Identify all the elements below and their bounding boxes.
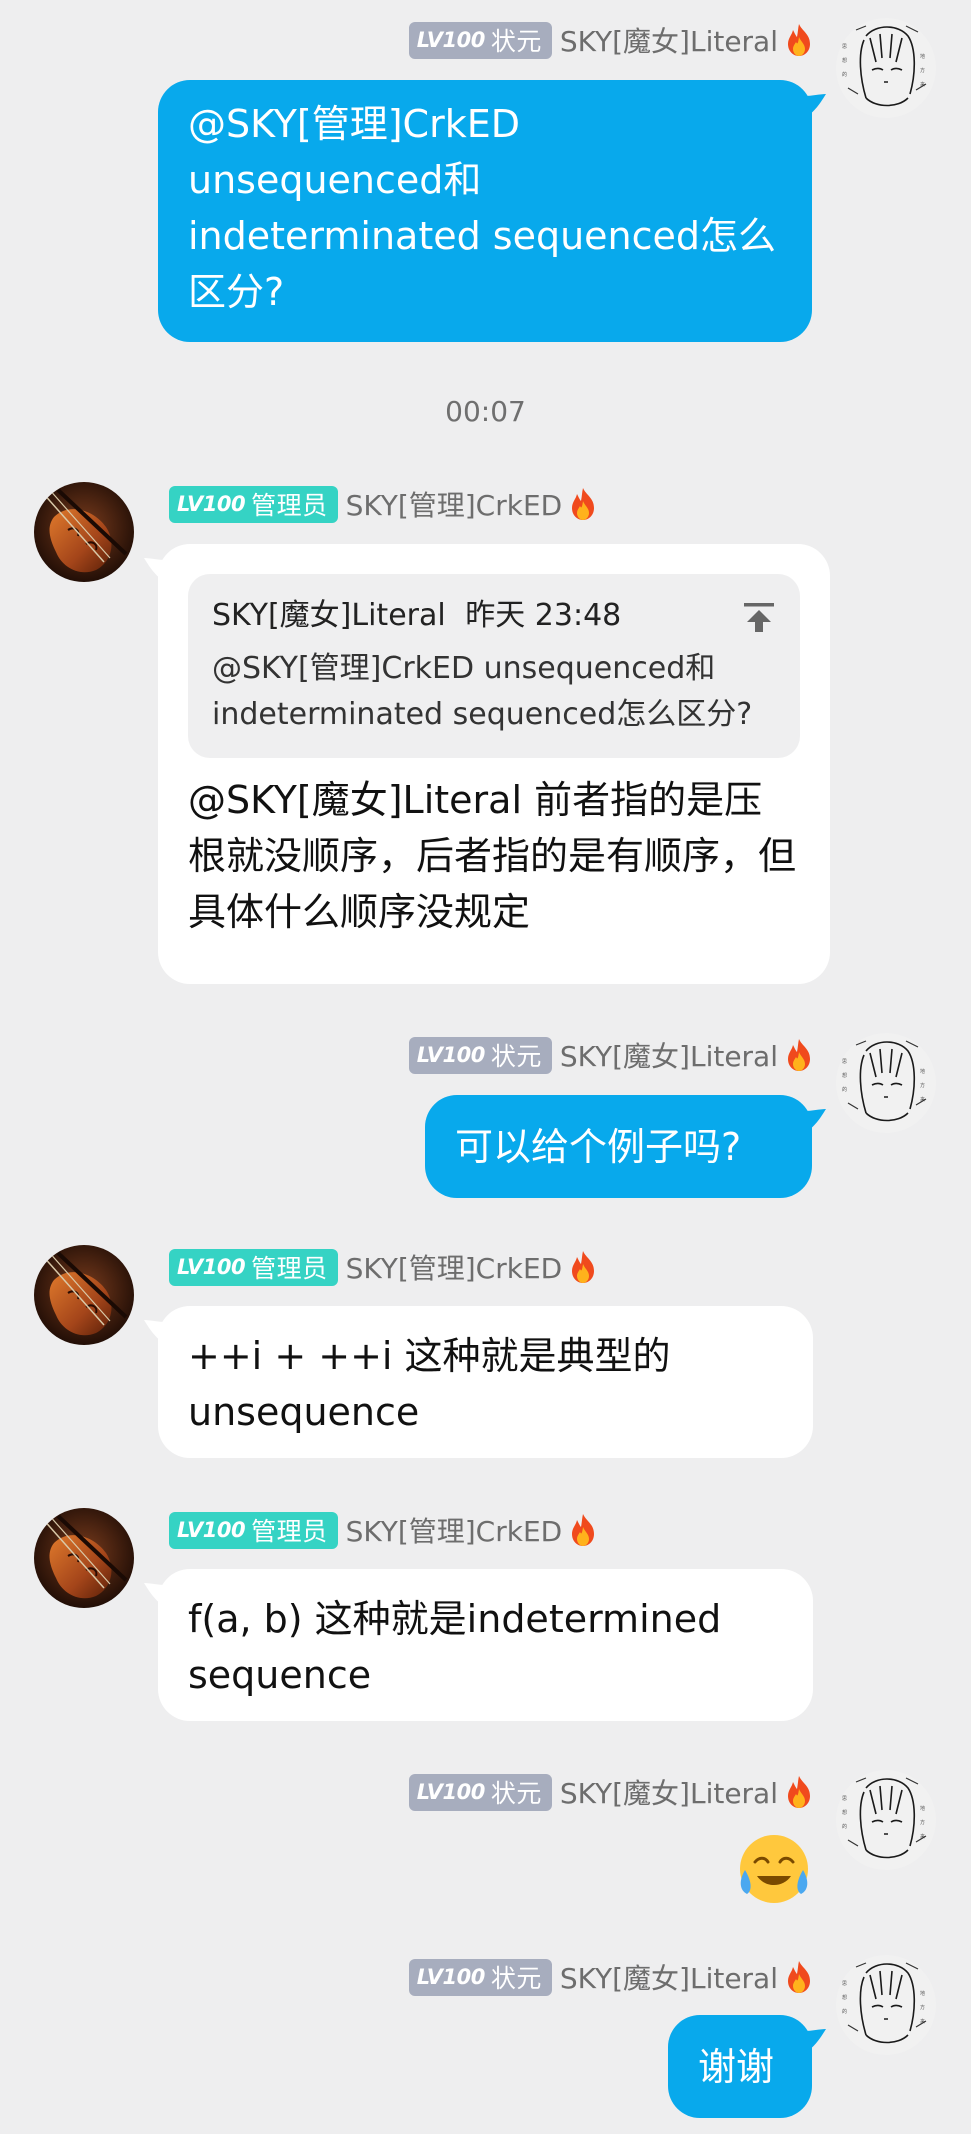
flame-icon bbox=[568, 1513, 598, 1547]
violin-avatar-icon bbox=[34, 1508, 134, 1608]
crked-avatar[interactable] bbox=[34, 1245, 134, 1345]
violin-avatar-icon bbox=[34, 482, 134, 582]
violin-avatar-icon bbox=[34, 1245, 134, 1345]
bubble-tail bbox=[804, 1109, 826, 1131]
message-text: ++i + ++i 这种就是典型的unsequence bbox=[188, 1334, 671, 1434]
message-text: @SKY[魔女]Literal 前者指的是压根就没顺序，后者指的是有顺序，但具体… bbox=[188, 778, 797, 934]
quote-text: @SKY[管理]CrkED unsequenced和indeterminated… bbox=[212, 651, 753, 732]
sender-nickname[interactable]: SKY[魔女]Literal bbox=[560, 1957, 778, 1997]
literal-avatar[interactable] bbox=[836, 1033, 936, 1133]
flame-icon bbox=[784, 23, 814, 57]
level-badge: LV100 管理员 bbox=[169, 1248, 338, 1286]
message-text: f(a, b) 这种就是indetermined sequence bbox=[188, 1597, 722, 1697]
sender-line: LV100 状元 SKY[魔女]Literal bbox=[408, 1035, 814, 1075]
bubble-tail bbox=[804, 2029, 826, 2051]
sender-line: LV100 状元 SKY[魔女]Literal bbox=[408, 1957, 814, 1997]
flame-icon bbox=[784, 1038, 814, 1072]
message-text: @SKY[管理]CrkED unsequenced和 indeterminate… bbox=[188, 102, 777, 314]
sender-nickname[interactable]: SKY[管理]CrkED bbox=[346, 1510, 563, 1550]
sender-nickname[interactable]: SKY[魔女]Literal bbox=[560, 1035, 778, 1075]
anime-girl-avatar-icon bbox=[836, 1955, 936, 2055]
sender-line: LV100 状元 SKY[魔女]Literal bbox=[408, 1772, 814, 1812]
flame-icon bbox=[784, 1960, 814, 1994]
flame-icon bbox=[568, 1250, 598, 1284]
literal-avatar[interactable] bbox=[836, 18, 936, 118]
outgoing-message-bubble[interactable]: @SKY[管理]CrkED unsequenced和 indeterminate… bbox=[158, 80, 812, 342]
sender-line: LV100 状元 SKY[魔女]Literal bbox=[408, 20, 814, 60]
bubble-tail bbox=[144, 558, 166, 580]
level-badge: LV100 管理员 bbox=[169, 485, 338, 523]
quoted-message[interactable]: SKY[魔女]Literal 昨天 23:48 @SKY[管理]CrkED un… bbox=[188, 574, 800, 758]
smiling-face-with-tears-sticker[interactable] bbox=[735, 1830, 813, 1908]
level-badge: LV100 状元 bbox=[408, 1958, 552, 1996]
level-badge: LV100 状元 bbox=[408, 21, 552, 59]
sender-line: LV100 管理员 SKY[管理]CrkED bbox=[169, 1247, 598, 1287]
literal-avatar[interactable] bbox=[836, 1955, 936, 2055]
outgoing-message-bubble[interactable]: 可以给个例子吗? bbox=[425, 1095, 812, 1198]
chat-window[interactable]: LV100 状元 SKY[魔女]Literal @SKY[管理]CrkED un… bbox=[0, 0, 971, 2134]
jump-to-message-icon[interactable] bbox=[742, 600, 776, 634]
incoming-message-bubble[interactable]: ++i + ++i 这种就是典型的unsequence bbox=[158, 1306, 813, 1458]
level-badge: LV100 状元 bbox=[408, 1773, 552, 1811]
crked-avatar[interactable] bbox=[34, 482, 134, 582]
message-text: 可以给个例子吗? bbox=[455, 1125, 742, 1169]
bubble-tail bbox=[144, 1583, 166, 1605]
sender-line: LV100 管理员 SKY[管理]CrkED bbox=[169, 1510, 598, 1550]
flame-icon bbox=[784, 1775, 814, 1809]
bubble-tail bbox=[804, 94, 826, 116]
level-badge: LV100 管理员 bbox=[169, 1511, 338, 1549]
level-badge: LV100 状元 bbox=[408, 1036, 552, 1074]
crked-avatar[interactable] bbox=[34, 1508, 134, 1608]
sender-line: LV100 管理员 SKY[管理]CrkED bbox=[169, 484, 598, 524]
literal-avatar[interactable] bbox=[836, 1770, 936, 1870]
message-timestamp: 00:07 bbox=[445, 395, 526, 428]
flame-icon bbox=[568, 487, 598, 521]
message-text: 谢谢 bbox=[698, 2045, 775, 2089]
quote-header: SKY[魔女]Literal 昨天 23:48 bbox=[212, 596, 776, 636]
quote-time: 昨天 23:48 bbox=[465, 598, 622, 633]
incoming-message-bubble[interactable]: SKY[魔女]Literal 昨天 23:48 @SKY[管理]CrkED un… bbox=[158, 544, 830, 984]
incoming-message-bubble[interactable]: f(a, b) 这种就是indetermined sequence bbox=[158, 1569, 813, 1721]
sender-nickname[interactable]: SKY[魔女]Literal bbox=[560, 20, 778, 60]
anime-girl-avatar-icon bbox=[836, 1033, 936, 1133]
anime-girl-avatar-icon bbox=[836, 1770, 936, 1870]
sender-nickname[interactable]: SKY[管理]CrkED bbox=[346, 484, 563, 524]
sender-nickname[interactable]: SKY[管理]CrkED bbox=[346, 1247, 563, 1287]
anime-girl-avatar-icon bbox=[836, 18, 936, 118]
quote-author: SKY[魔女]Literal bbox=[212, 598, 446, 633]
sender-nickname[interactable]: SKY[魔女]Literal bbox=[560, 1772, 778, 1812]
outgoing-message-bubble[interactable]: 谢谢 bbox=[668, 2015, 812, 2118]
bubble-tail bbox=[144, 1320, 166, 1342]
